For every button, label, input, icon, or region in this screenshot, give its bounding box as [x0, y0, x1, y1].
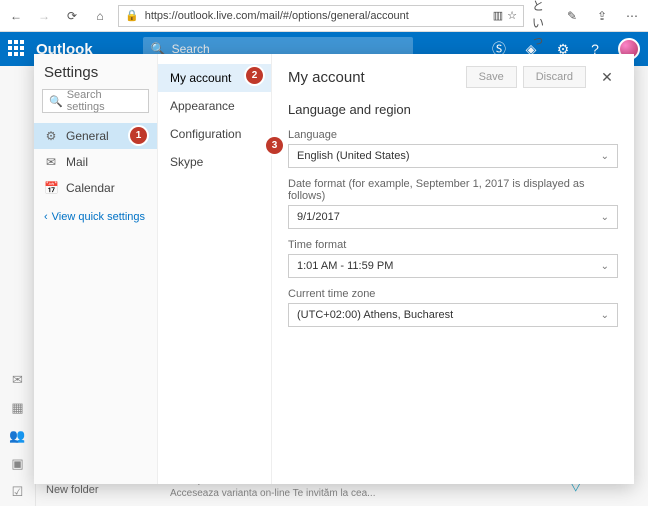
app-launcher-icon[interactable]: [8, 40, 26, 58]
close-icon[interactable]: ✕: [596, 66, 618, 88]
page-title: My account: [288, 69, 365, 86]
settings-content: My account Save Discard ✕ Language and r…: [272, 54, 634, 484]
calendar-icon: 📅: [44, 181, 58, 195]
search-icon: 🔍: [49, 95, 63, 108]
view-quick-settings-link[interactable]: ‹ View quick settings: [34, 201, 157, 233]
category-calendar[interactable]: 📅 Calendar: [34, 175, 157, 201]
chevron-down-icon: ⌄: [601, 212, 609, 223]
settings-title: Settings: [34, 64, 157, 89]
language-select[interactable]: English (United States) ⌄: [288, 144, 618, 168]
chevron-down-icon: ⌄: [601, 261, 609, 272]
chevron-down-icon: ⌄: [601, 310, 609, 321]
chevron-left-icon: ‹: [44, 211, 48, 223]
notes-icon[interactable]: ✎: [562, 6, 582, 26]
url-text: https://outlook.live.com/mail/#/options/…: [145, 10, 409, 22]
dateformat-select[interactable]: 9/1/2017 ⌄: [288, 205, 618, 229]
category-mail[interactable]: ✉ Mail: [34, 149, 157, 175]
browser-toolbar: ← → ⟳ ⌂ 🔒 https://outlook.live.com/mail/…: [0, 0, 648, 32]
timezone-label: Current time zone: [288, 288, 618, 300]
settings-subnav: My account 2 Appearance Configuration Sk…: [158, 54, 272, 484]
timezone-select[interactable]: (UTC+02:00) Athens, Bucharest ⌄: [288, 303, 618, 327]
lock-icon: 🔒: [125, 9, 139, 22]
mail-rail-icon[interactable]: ✉: [12, 372, 23, 388]
tasks-rail-icon[interactable]: ☑: [12, 484, 24, 500]
subnav-appearance[interactable]: Appearance: [158, 92, 271, 120]
section-heading: Language and region: [288, 102, 618, 117]
more-icon[interactable]: ⋯: [622, 6, 642, 26]
forward-button[interactable]: →: [34, 6, 54, 26]
favorite-icon[interactable]: ☆: [507, 9, 517, 22]
category-label: Mail: [66, 155, 88, 169]
language-label: Language: [288, 129, 618, 141]
calendar-rail-icon[interactable]: ▦: [11, 400, 23, 416]
save-button[interactable]: Save: [466, 66, 517, 88]
search-settings-placeholder: Search settings: [67, 89, 142, 113]
category-general[interactable]: ⚙ General 1: [34, 123, 157, 149]
timeformat-label: Time format: [288, 239, 618, 251]
annotation-2: 2: [246, 67, 263, 84]
subnav-configuration[interactable]: Configuration: [158, 120, 271, 148]
share-icon[interactable]: ⇪: [592, 6, 612, 26]
reading-list-icon[interactable]: �といっ: [532, 6, 552, 26]
settings-panel: Settings 🔍 Search settings ⚙ General 1 ✉…: [34, 54, 634, 484]
address-bar[interactable]: 🔒 https://outlook.live.com/mail/#/option…: [118, 5, 524, 27]
mail-icon: ✉: [44, 155, 58, 169]
chevron-down-icon: ⌄: [601, 151, 609, 162]
reader-icon[interactable]: ▥: [493, 9, 503, 22]
settings-categories: Settings 🔍 Search settings ⚙ General 1 ✉…: [34, 54, 158, 484]
dateformat-label: Date format (for example, September 1, 2…: [288, 178, 618, 202]
annotation-1: 1: [130, 127, 147, 144]
people-rail-icon[interactable]: 👥: [9, 428, 25, 444]
photos-rail-icon[interactable]: ▣: [11, 456, 23, 472]
home-button[interactable]: ⌂: [90, 6, 110, 26]
refresh-button[interactable]: ⟳: [62, 6, 82, 26]
subnav-skype[interactable]: Skype: [158, 148, 271, 176]
search-settings-input[interactable]: 🔍 Search settings: [42, 89, 149, 113]
discard-button[interactable]: Discard: [523, 66, 586, 88]
new-folder-link[interactable]: New folder: [46, 484, 99, 496]
left-rail: ✉ ▦ 👥 ▣ ☑: [0, 66, 36, 506]
back-button[interactable]: ←: [6, 6, 26, 26]
annotation-3: 3: [266, 137, 283, 154]
subnav-my-account[interactable]: My account 2: [158, 64, 271, 92]
category-label: Calendar: [66, 181, 115, 195]
gear-icon: ⚙: [44, 129, 58, 143]
category-label: General: [66, 129, 109, 143]
timeformat-select[interactable]: 1:01 AM - 11:59 PM ⌄: [288, 254, 618, 278]
